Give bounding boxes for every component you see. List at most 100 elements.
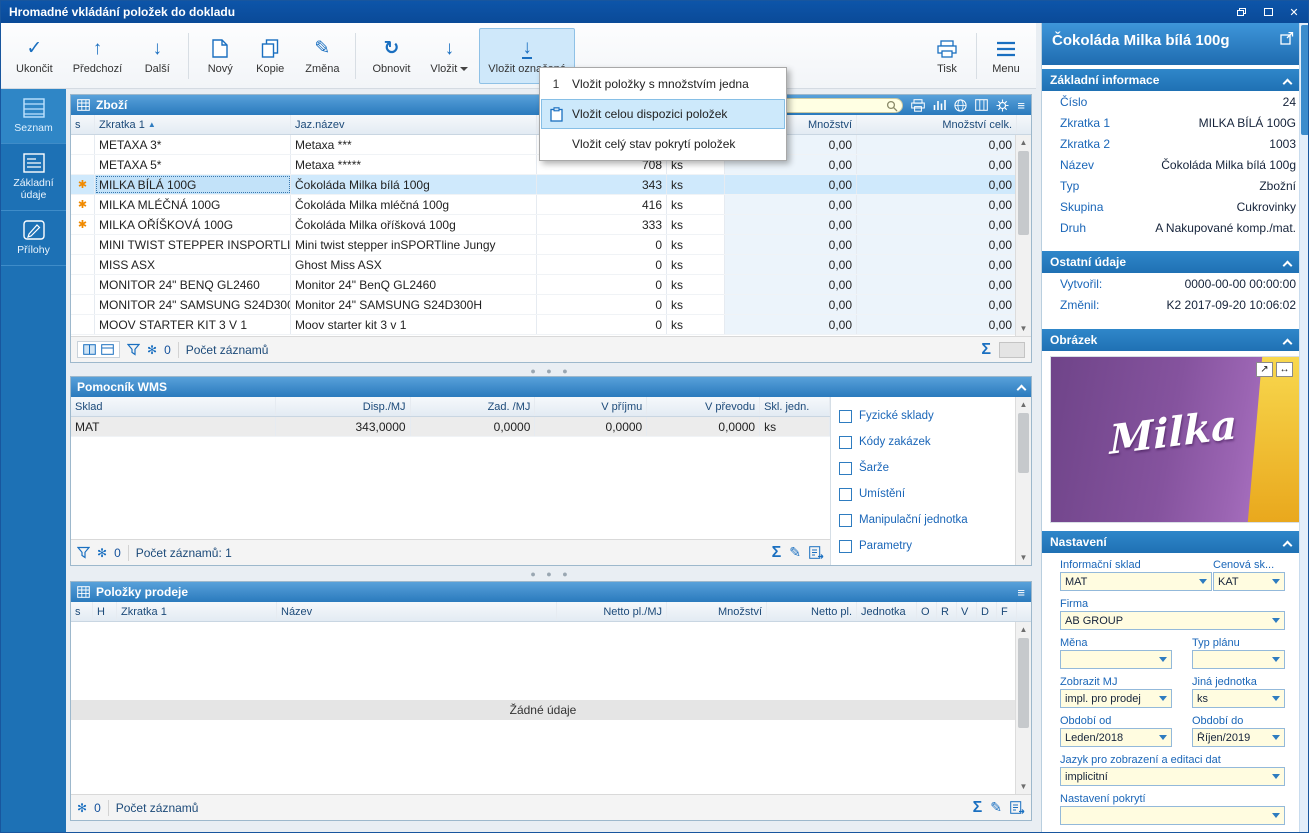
table-row[interactable]: MISS ASX Ghost Miss ASX 0 ks 0,00 0,00 — [71, 255, 1031, 275]
table-row[interactable]: MAT 343,0000 0,0000 0,0000 0,0000 ks — [71, 417, 830, 437]
scroll-up-icon[interactable]: ▲ — [1016, 397, 1031, 412]
checkbox-sarze[interactable]: Šarže — [839, 455, 1013, 481]
column-header[interactable]: Netto pl./MJ — [557, 602, 667, 621]
jazyk-select[interactable]: implicitní — [1060, 767, 1285, 786]
collapse-chevron-icon[interactable] — [1283, 339, 1293, 349]
sum-icon[interactable]: Σ — [973, 799, 983, 817]
zobrazit-mj-select[interactable]: impl. pro prodej — [1060, 689, 1172, 708]
detail-scrollbar[interactable] — [1299, 23, 1309, 833]
table-row[interactable]: MOOV STARTER KIT 3 V 1 Moov starter kit … — [71, 315, 1031, 335]
panel-splitter[interactable]: ● ● ● — [66, 568, 1036, 580]
collapse-chevron-icon[interactable] — [1283, 79, 1293, 89]
jina-jednotka-select[interactable]: ks — [1192, 689, 1285, 708]
vertical-scrollbar[interactable]: ▲ ▼ — [1015, 397, 1031, 565]
mena-select[interactable] — [1060, 650, 1172, 669]
sum-icon[interactable]: Σ — [772, 544, 782, 562]
novy-button[interactable]: Nový — [196, 28, 244, 84]
column-header[interactable]: Název — [277, 602, 557, 621]
print-icon[interactable] — [911, 99, 925, 112]
cenova-skupina-select[interactable]: KAT — [1213, 572, 1285, 591]
menu-item-stav-pokryti[interactable]: Vložit celý stav pokrytí položek — [541, 129, 785, 159]
section-header-ostatni-udaje[interactable]: Ostatní údaje — [1042, 251, 1299, 273]
table-row[interactable]: ✱ MILKA MLÉČNÁ 100G Čokoláda Milka mléčn… — [71, 195, 1031, 215]
checkbox-kody-zakazek[interactable]: Kódy zakázek — [839, 429, 1013, 455]
columns-icon[interactable] — [975, 99, 988, 111]
fit-image-icon[interactable]: ↔ — [1276, 362, 1293, 377]
column-header[interactable]: V příjmu — [535, 397, 647, 416]
column-header[interactable]: V — [957, 602, 977, 621]
scrollbar-thumb[interactable] — [1301, 25, 1309, 135]
scroll-down-icon[interactable]: ▼ — [1016, 779, 1031, 794]
column-header[interactable]: Disp./MJ — [276, 397, 411, 416]
vertical-scrollbar[interactable]: ▲ ▼ — [1015, 135, 1031, 336]
globe-icon[interactable] — [954, 99, 967, 112]
maximize-icon[interactable] — [1260, 5, 1276, 19]
table-row[interactable]: MINI TWIST STEPPER INSPORTLINE Mini twis… — [71, 235, 1031, 255]
kopie-button[interactable]: Kopie — [246, 28, 294, 84]
firma-select[interactable]: AB GROUP — [1060, 611, 1285, 630]
column-header[interactable]: Jednotka — [857, 602, 917, 621]
column-header[interactable]: s — [71, 602, 93, 621]
column-header[interactable]: Sklad — [71, 397, 276, 416]
table-row[interactable]: MONITOR 24" BENQ GL2460 Monitor 24" BenQ… — [71, 275, 1031, 295]
column-header[interactable]: Zkratka 1 — [117, 602, 277, 621]
checkbox-parametry[interactable]: Parametry — [839, 533, 1013, 559]
export-icon[interactable] — [1010, 801, 1025, 814]
export-icon[interactable] — [809, 546, 824, 559]
checkbox-manipulacni-jednotka[interactable]: Manipulační jednotka — [839, 507, 1013, 533]
open-detail-icon[interactable] — [1280, 32, 1294, 49]
obnovit-button[interactable]: ↻ Obnovit — [363, 28, 419, 84]
column-header[interactable]: Zad. /MJ — [411, 397, 536, 416]
view-switch[interactable] — [77, 341, 120, 358]
table-row-selected[interactable]: ✱ MILKA BÍLÁ 100G Čokoláda Milka bílá 10… — [71, 175, 1031, 195]
snowflake-icon[interactable]: ✻ — [147, 343, 157, 357]
sidebar-item-zakladni-udaje[interactable]: Základní údaje — [1, 144, 66, 211]
gear-icon[interactable] — [996, 99, 1009, 112]
table-row[interactable]: MONITOR 24" SAMSUNG S24D300H Monitor 24"… — [71, 295, 1031, 315]
zmena-button[interactable]: ✎ Změna — [296, 28, 348, 84]
column-header[interactable]: Množství celk. — [857, 115, 1017, 134]
informacni-sklad-select[interactable]: MAT — [1060, 572, 1212, 591]
section-header-obrazek[interactable]: Obrázek — [1042, 329, 1299, 351]
scrollbar-thumb[interactable] — [1018, 638, 1029, 728]
scrollbar-thumb[interactable] — [1018, 413, 1029, 473]
filter-icon[interactable] — [127, 343, 140, 356]
column-header[interactable]: D — [977, 602, 997, 621]
section-header-zakladni-informace[interactable]: Základní informace — [1042, 69, 1299, 91]
section-header-nastaveni[interactable]: Nastavení — [1042, 531, 1299, 553]
edit-icon[interactable]: ✎ — [990, 799, 1002, 816]
menu-item-cela-dispozice[interactable]: Vložit celou dispozici položek — [541, 99, 785, 129]
column-header[interactable]: R — [937, 602, 957, 621]
ukoncit-button[interactable]: ✓ Ukončit — [7, 28, 62, 84]
menu-item-mnozstvi-jedna[interactable]: 1 Vložit položky s množstvím jedna — [541, 69, 785, 99]
snowflake-icon[interactable]: ✻ — [97, 546, 107, 560]
scroll-up-icon[interactable]: ▲ — [1016, 135, 1031, 150]
snowflake-icon[interactable]: ✻ — [77, 801, 87, 815]
collapse-chevron-icon[interactable] — [1283, 261, 1293, 271]
sum-icon[interactable]: Σ — [981, 341, 991, 359]
panel-menu-icon[interactable]: ≡ — [1017, 98, 1025, 113]
collapse-chevron-icon[interactable] — [1283, 541, 1293, 551]
column-header[interactable]: H — [93, 602, 117, 621]
vertical-scrollbar[interactable]: ▲ ▼ — [1015, 622, 1031, 794]
obdobi-od-select[interactable]: Leden/2018 — [1060, 728, 1172, 747]
scroll-down-icon[interactable]: ▼ — [1016, 550, 1031, 565]
column-header[interactable]: s — [71, 115, 95, 134]
column-header[interactable]: Jaz.název — [291, 115, 537, 134]
column-header[interactable]: Skl. jedn. — [760, 397, 830, 416]
column-header[interactable]: F — [997, 602, 1017, 621]
typ-planu-select[interactable] — [1192, 650, 1285, 669]
column-header[interactable]: Množství — [667, 602, 767, 621]
nastaveni-pokryti-select[interactable] — [1060, 806, 1285, 825]
vlozit-button[interactable]: ↓ Vložit — [421, 28, 477, 84]
panel-menu-icon[interactable]: ≡ — [1017, 585, 1025, 600]
sidebar-item-seznam[interactable]: Seznam — [1, 89, 66, 144]
chart-icon[interactable] — [933, 99, 946, 111]
open-image-icon[interactable]: ↗ — [1256, 362, 1273, 377]
column-header[interactable]: O — [917, 602, 937, 621]
column-header[interactable]: V převodu — [647, 397, 760, 416]
dalsi-button[interactable]: ↓ Další — [133, 28, 181, 84]
tisk-button[interactable]: Tisk — [923, 28, 971, 84]
filter-icon[interactable] — [77, 546, 90, 559]
menu-button[interactable]: Menu — [982, 28, 1030, 84]
